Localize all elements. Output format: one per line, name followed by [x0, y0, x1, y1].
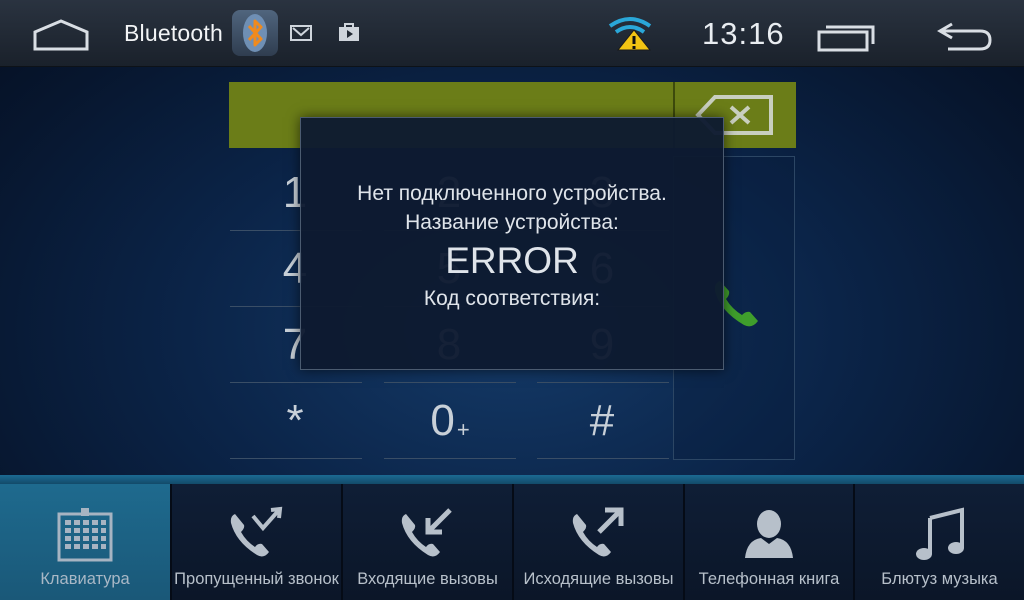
tab-keypad[interactable]: Клавиатура — [0, 484, 172, 600]
device-name-label: Название устройства: — [405, 211, 619, 234]
tab-keypad-label: Клавиатура — [40, 570, 130, 588]
nav-divider — [0, 475, 1024, 484]
bottom-nav: Клавиатура Пропущенный звонок Входящие в… — [0, 484, 1024, 600]
keypad-icon — [57, 508, 113, 562]
device-name-value: ERROR — [445, 240, 579, 281]
tab-outgoing-calls-label: Исходящие вызовы — [523, 570, 674, 588]
incoming-call-icon — [401, 508, 452, 557]
home-icon[interactable] — [32, 18, 90, 52]
no-device-message: Нет подключенного устройства. — [357, 182, 667, 205]
bluetooth-icon — [232, 10, 278, 56]
key-star[interactable]: * — [230, 384, 362, 459]
tab-bluetooth-music-label: Блютуз музыка — [881, 570, 998, 588]
status-bar: Bluetooth 13:16 — [0, 0, 1024, 67]
contacts-icon — [745, 510, 793, 558]
tab-incoming-calls-label: Входящие вызовы — [357, 570, 498, 588]
key-0[interactable]: 0 + — [384, 384, 516, 459]
pairing-code-label: Код соответствия: — [423, 287, 601, 310]
wifi-warning-icon — [608, 17, 652, 51]
music-icon — [915, 507, 964, 560]
recents-icon[interactable] — [816, 20, 876, 52]
store-icon — [339, 23, 359, 41]
back-icon[interactable] — [936, 20, 994, 52]
tab-bluetooth-music[interactable]: Блютуз музыка — [855, 484, 1024, 600]
missed-call-icon — [230, 506, 282, 557]
tab-phonebook-label: Телефонная книга — [698, 570, 840, 588]
tab-outgoing-calls[interactable]: Исходящие вызовы — [514, 484, 685, 600]
clock: 13:16 — [702, 16, 785, 51]
tab-missed-calls-label: Пропущенный звонок — [174, 570, 339, 588]
app-title: Bluetooth — [124, 20, 223, 46]
tab-incoming-calls[interactable]: Входящие вызовы — [343, 484, 514, 600]
tab-phonebook[interactable]: Телефонная книга — [685, 484, 855, 600]
connection-error-dialog[interactable]: Нет подключенного устройства. Название у… — [300, 117, 724, 370]
key-hash[interactable]: # — [537, 384, 669, 459]
outgoing-call-icon — [572, 507, 623, 557]
tab-missed-calls[interactable]: Пропущенный звонок — [172, 484, 343, 600]
mail-icon — [290, 25, 312, 41]
